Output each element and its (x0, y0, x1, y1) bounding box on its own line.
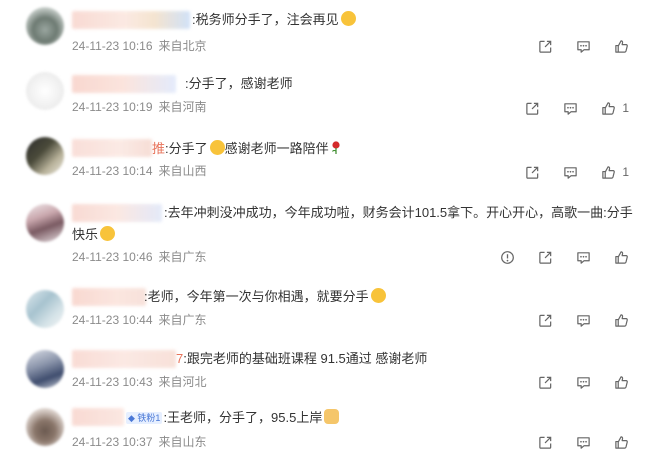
avatar[interactable] (26, 72, 64, 110)
like-icon[interactable] (613, 249, 629, 265)
avatar[interactable] (26, 137, 64, 175)
comment-text: :老师，今年第一次与你相遇，就要分手 (144, 287, 386, 307)
share-icon[interactable] (537, 434, 553, 450)
like-icon[interactable] (613, 38, 629, 54)
comment-icon[interactable] (562, 164, 578, 180)
username[interactable] (72, 408, 124, 426)
comment-time: 24-11-23 10:14 (72, 164, 153, 178)
comment-text: 推:分手了 感谢老师一路陪伴 (152, 139, 341, 159)
like-icon[interactable] (600, 100, 616, 116)
share-icon[interactable] (537, 374, 553, 390)
comment-time: 24-11-23 10:44 (72, 313, 153, 327)
comment-actions (477, 248, 629, 266)
username[interactable] (72, 350, 176, 368)
share-icon[interactable] (524, 100, 540, 116)
comment-actions: 1 (502, 99, 629, 117)
avatar[interactable] (26, 350, 64, 388)
comment-actions (515, 311, 629, 329)
comment-icon[interactable] (575, 249, 591, 265)
like-icon[interactable] (613, 434, 629, 450)
emoji-icon (100, 226, 116, 241)
username[interactable] (72, 288, 146, 306)
comment-meta: 24-11-23 10:44 来自广东 (72, 312, 207, 328)
comment-time: 24-11-23 10:46 (72, 250, 153, 264)
comment-icon[interactable] (575, 312, 591, 328)
comment-time: 24-11-23 10:19 (72, 100, 153, 114)
comment-meta: 24-11-23 10:16 来自北京 (72, 38, 207, 54)
share-icon[interactable] (537, 249, 553, 265)
comment-icon[interactable] (575, 374, 591, 390)
avatar[interactable] (26, 408, 64, 446)
share-icon[interactable] (537, 312, 553, 328)
emoji-icon (370, 288, 386, 303)
comment-location: 来自河北 (158, 375, 207, 389)
share-icon[interactable] (524, 164, 540, 180)
comment-text: :税务师分手了，注会再见 (192, 10, 356, 30)
like-count: 1 (622, 165, 629, 179)
like-control[interactable]: 1 (600, 100, 629, 116)
fan-badge: ◆ 铁粉1 (126, 412, 163, 424)
avatar[interactable] (26, 7, 64, 45)
rose-icon (331, 141, 340, 154)
comment-location: 来自山东 (158, 435, 207, 449)
comment-text: :分手了，感谢老师 (185, 76, 293, 91)
comment-meta: 24-11-23 10:19 来自河南 (72, 99, 207, 115)
like-count: 1 (622, 101, 629, 115)
report-icon[interactable] (499, 249, 515, 265)
comment-meta: 24-11-23 10:14 来自山西 (72, 163, 207, 179)
comment-meta: 24-11-23 10:37 来自山东 (72, 434, 207, 450)
comment-icon[interactable] (562, 100, 578, 116)
comment-time: 24-11-23 10:37 (72, 435, 153, 449)
comment-location: 来自广东 (158, 313, 207, 327)
emoji-icon (324, 409, 340, 424)
comment-icon[interactable] (575, 38, 591, 54)
username[interactable] (72, 139, 152, 157)
comment-meta: 24-11-23 10:43 来自河北 (72, 374, 207, 390)
comment-text: :去年冲刺没冲成功，今年成功啦，财务会计101.5拿下。开心开心，高歌一曲:分手… (72, 205, 633, 242)
comment-actions: 1 (502, 163, 629, 181)
comment-actions (515, 37, 629, 55)
share-icon[interactable] (537, 38, 553, 54)
like-icon[interactable] (600, 164, 616, 180)
like-icon[interactable] (613, 374, 629, 390)
emoji-icon (340, 11, 356, 26)
comment-actions (515, 373, 629, 391)
comment-time: 24-11-23 10:43 (72, 375, 153, 389)
like-control[interactable]: 1 (600, 164, 629, 180)
comment-meta: 24-11-23 10:46 来自广东 (72, 249, 207, 265)
comment-location: 来自北京 (158, 39, 207, 53)
comment-text: 7:跟完老师的基础班课程 91.5通过 感谢老师 (176, 351, 428, 366)
emoji-icon (209, 140, 225, 155)
comment-location: 来自河南 (158, 100, 207, 114)
avatar[interactable] (26, 204, 64, 242)
comment-text: ◆ 铁粉1:王老师，分手了，95.5上岸 (126, 408, 340, 428)
comment-icon[interactable] (575, 434, 591, 450)
comment-location: 来自广东 (158, 250, 207, 264)
username-tail: 推 (152, 141, 166, 156)
username[interactable] (72, 75, 176, 93)
comment-location: 来自山西 (158, 164, 207, 178)
comment-actions (515, 433, 629, 451)
avatar[interactable] (26, 290, 64, 328)
comment-time: 24-11-23 10:16 (72, 39, 153, 53)
like-icon[interactable] (613, 312, 629, 328)
username[interactable] (72, 11, 190, 29)
